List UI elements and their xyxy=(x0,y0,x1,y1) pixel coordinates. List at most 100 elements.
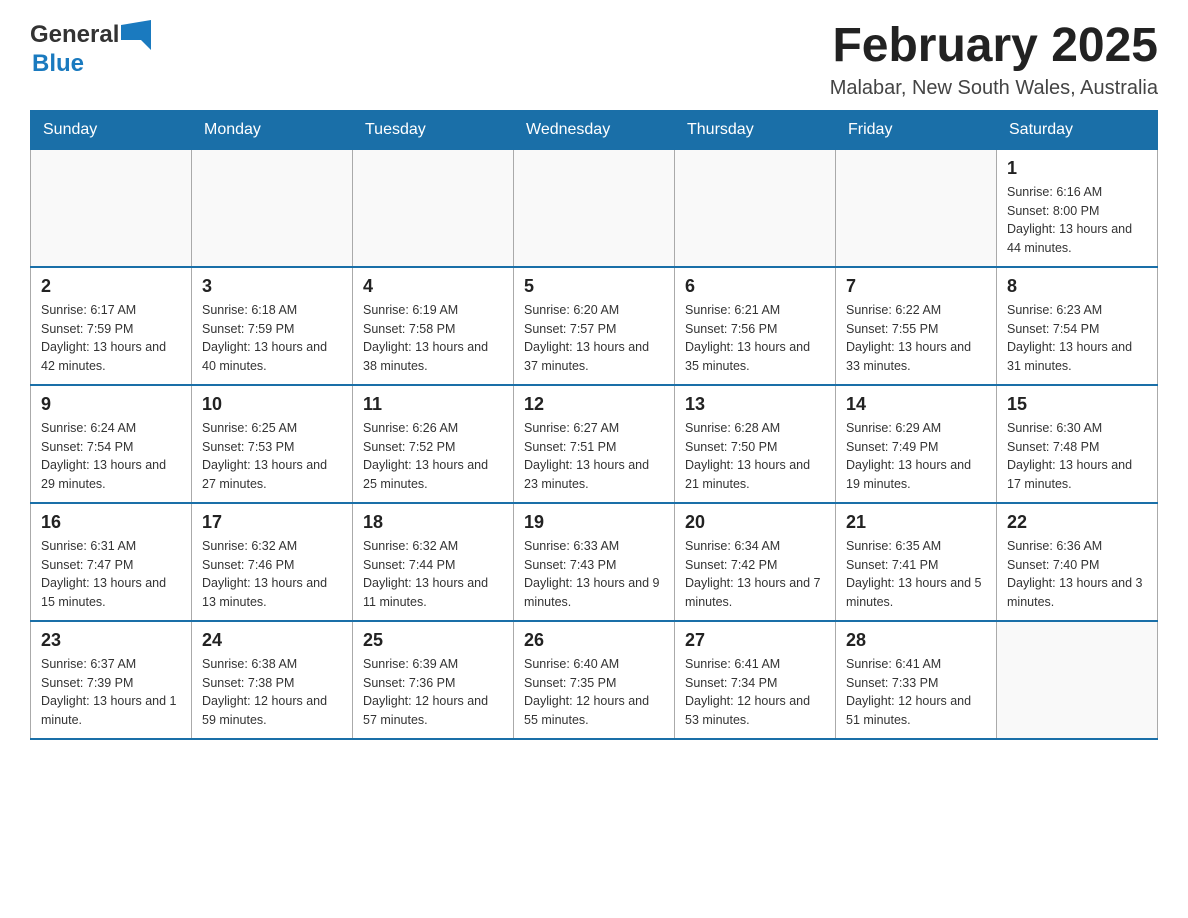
day-info: Sunrise: 6:41 AM Sunset: 7:34 PM Dayligh… xyxy=(685,655,825,730)
subtitle: Malabar, New South Wales, Australia xyxy=(830,77,1158,100)
day-number: 15 xyxy=(1007,394,1147,415)
day-number: 18 xyxy=(363,512,503,533)
calendar-cell xyxy=(514,149,675,267)
day-number: 6 xyxy=(685,276,825,297)
calendar-cell: 26 Sunrise: 6:40 AM Sunset: 7:35 PM Dayli… xyxy=(514,621,675,739)
calendar-cell: 3 Sunrise: 6:18 AM Sunset: 7:59 PM Daylig… xyxy=(192,267,353,385)
calendar-cell: 13Sunrise: 6:28 AM Sunset: 7:50 PM Dayli… xyxy=(675,385,836,503)
day-info: Sunrise: 6:18 AM Sunset: 7:59 PM Dayligh… xyxy=(202,301,342,376)
day-header-tuesday: Tuesday xyxy=(353,110,514,149)
day-number: 2 xyxy=(41,276,181,297)
header: General Blue February 2025 Malabar, New … xyxy=(30,20,1158,100)
calendar-cell: 12 Sunrise: 6:27 AM Sunset: 7:51 PM Dayli… xyxy=(514,385,675,503)
day-header-monday: Monday xyxy=(192,110,353,149)
calendar-cell: 15 Sunrise: 6:30 AM Sunset: 7:48 PM Dayli… xyxy=(997,385,1158,503)
calendar-cell: 22Sunrise: 6:36 AM Sunset: 7:40 PM Dayli… xyxy=(997,503,1158,621)
calendar-cell: 27Sunrise: 6:41 AM Sunset: 7:34 PM Dayli… xyxy=(675,621,836,739)
day-header-thursday: Thursday xyxy=(675,110,836,149)
day-info: Sunrise: 6:33 AM Sunset: 7:43 PM Dayligh… xyxy=(524,537,664,612)
day-info: Sunrise: 6:32 AM Sunset: 7:46 PM Dayligh… xyxy=(202,537,342,612)
day-header-friday: Friday xyxy=(836,110,997,149)
calendar-cell: 6 Sunrise: 6:21 AM Sunset: 7:56 PM Daylig… xyxy=(675,267,836,385)
day-number: 20 xyxy=(685,512,825,533)
day-info: Sunrise: 6:37 AM Sunset: 7:39 PM Dayligh… xyxy=(41,655,181,730)
calendar: SundayMondayTuesdayWednesdayThursdayFrid… xyxy=(30,110,1158,740)
day-number: 12 xyxy=(524,394,664,415)
calendar-week-row: 9Sunrise: 6:24 AM Sunset: 7:54 PM Daylig… xyxy=(31,385,1158,503)
day-number: 11 xyxy=(363,394,503,415)
day-header-saturday: Saturday xyxy=(997,110,1158,149)
day-number: 17 xyxy=(202,512,342,533)
calendar-cell: 23 Sunrise: 6:37 AM Sunset: 7:39 PM Dayli… xyxy=(31,621,192,739)
day-number: 21 xyxy=(846,512,986,533)
day-info: Sunrise: 6:38 AM Sunset: 7:38 PM Dayligh… xyxy=(202,655,342,730)
day-number: 22 xyxy=(1007,512,1147,533)
day-info: Sunrise: 6:21 AM Sunset: 7:56 PM Dayligh… xyxy=(685,301,825,376)
day-number: 7 xyxy=(846,276,986,297)
day-number: 23 xyxy=(41,630,181,651)
day-number: 3 xyxy=(202,276,342,297)
day-info: Sunrise: 6:32 AM Sunset: 7:44 PM Dayligh… xyxy=(363,537,503,612)
calendar-cell: 11 Sunrise: 6:26 AM Sunset: 7:52 PM Dayli… xyxy=(353,385,514,503)
calendar-cell: 17 Sunrise: 6:32 AM Sunset: 7:46 PM Dayli… xyxy=(192,503,353,621)
calendar-cell: 20 Sunrise: 6:34 AM Sunset: 7:42 PM Dayli… xyxy=(675,503,836,621)
calendar-week-row: 2 Sunrise: 6:17 AM Sunset: 7:59 PM Daylig… xyxy=(31,267,1158,385)
calendar-cell: 28 Sunrise: 6:41 AM Sunset: 7:33 PM Dayli… xyxy=(836,621,997,739)
day-number: 13 xyxy=(685,394,825,415)
calendar-cell xyxy=(31,149,192,267)
calendar-week-row: 1 Sunrise: 6:16 AM Sunset: 8:00 PM Daylig… xyxy=(31,149,1158,267)
day-number: 16 xyxy=(41,512,181,533)
calendar-cell xyxy=(997,621,1158,739)
day-number: 1 xyxy=(1007,158,1147,179)
day-info: Sunrise: 6:17 AM Sunset: 7:59 PM Dayligh… xyxy=(41,301,181,376)
day-info: Sunrise: 6:31 AM Sunset: 7:47 PM Dayligh… xyxy=(41,537,181,612)
day-number: 24 xyxy=(202,630,342,651)
day-info: Sunrise: 6:34 AM Sunset: 7:42 PM Dayligh… xyxy=(685,537,825,612)
page-title: February 2025 xyxy=(830,20,1158,73)
day-info: Sunrise: 6:22 AM Sunset: 7:55 PM Dayligh… xyxy=(846,301,986,376)
day-info: Sunrise: 6:16 AM Sunset: 8:00 PM Dayligh… xyxy=(1007,183,1147,258)
day-number: 4 xyxy=(363,276,503,297)
calendar-cell: 14 Sunrise: 6:29 AM Sunset: 7:49 PM Dayli… xyxy=(836,385,997,503)
calendar-cell: 2 Sunrise: 6:17 AM Sunset: 7:59 PM Daylig… xyxy=(31,267,192,385)
title-area: February 2025 Malabar, New South Wales, … xyxy=(830,20,1158,100)
day-info: Sunrise: 6:27 AM Sunset: 7:51 PM Dayligh… xyxy=(524,419,664,494)
day-number: 28 xyxy=(846,630,986,651)
calendar-header-row: SundayMondayTuesdayWednesdayThursdayFrid… xyxy=(31,110,1158,149)
day-number: 5 xyxy=(524,276,664,297)
day-info: Sunrise: 6:40 AM Sunset: 7:35 PM Dayligh… xyxy=(524,655,664,730)
calendar-cell: 8 Sunrise: 6:23 AM Sunset: 7:54 PM Daylig… xyxy=(997,267,1158,385)
calendar-cell: 24 Sunrise: 6:38 AM Sunset: 7:38 PM Dayli… xyxy=(192,621,353,739)
day-number: 10 xyxy=(202,394,342,415)
day-number: 14 xyxy=(846,394,986,415)
calendar-week-row: 16 Sunrise: 6:31 AM Sunset: 7:47 PM Dayli… xyxy=(31,503,1158,621)
calendar-cell: 9Sunrise: 6:24 AM Sunset: 7:54 PM Daylig… xyxy=(31,385,192,503)
logo-icon xyxy=(121,20,151,50)
day-number: 19 xyxy=(524,512,664,533)
calendar-week-row: 23 Sunrise: 6:37 AM Sunset: 7:39 PM Dayli… xyxy=(31,621,1158,739)
calendar-cell: 4 Sunrise: 6:19 AM Sunset: 7:58 PM Daylig… xyxy=(353,267,514,385)
day-header-wednesday: Wednesday xyxy=(514,110,675,149)
calendar-cell xyxy=(836,149,997,267)
day-info: Sunrise: 6:41 AM Sunset: 7:33 PM Dayligh… xyxy=(846,655,986,730)
day-info: Sunrise: 6:23 AM Sunset: 7:54 PM Dayligh… xyxy=(1007,301,1147,376)
calendar-cell: 16 Sunrise: 6:31 AM Sunset: 7:47 PM Dayli… xyxy=(31,503,192,621)
day-info: Sunrise: 6:30 AM Sunset: 7:48 PM Dayligh… xyxy=(1007,419,1147,494)
day-header-sunday: Sunday xyxy=(31,110,192,149)
day-info: Sunrise: 6:29 AM Sunset: 7:49 PM Dayligh… xyxy=(846,419,986,494)
day-info: Sunrise: 6:39 AM Sunset: 7:36 PM Dayligh… xyxy=(363,655,503,730)
logo-general-text: General xyxy=(30,21,119,49)
calendar-cell: 5 Sunrise: 6:20 AM Sunset: 7:57 PM Daylig… xyxy=(514,267,675,385)
day-info: Sunrise: 6:26 AM Sunset: 7:52 PM Dayligh… xyxy=(363,419,503,494)
day-info: Sunrise: 6:19 AM Sunset: 7:58 PM Dayligh… xyxy=(363,301,503,376)
logo: General Blue xyxy=(30,20,153,78)
calendar-cell: 25Sunrise: 6:39 AM Sunset: 7:36 PM Dayli… xyxy=(353,621,514,739)
calendar-cell: 10 Sunrise: 6:25 AM Sunset: 7:53 PM Dayli… xyxy=(192,385,353,503)
day-info: Sunrise: 6:25 AM Sunset: 7:53 PM Dayligh… xyxy=(202,419,342,494)
day-number: 8 xyxy=(1007,276,1147,297)
day-info: Sunrise: 6:24 AM Sunset: 7:54 PM Dayligh… xyxy=(41,419,181,494)
calendar-cell: 7 Sunrise: 6:22 AM Sunset: 7:55 PM Daylig… xyxy=(836,267,997,385)
day-number: 26 xyxy=(524,630,664,651)
day-info: Sunrise: 6:20 AM Sunset: 7:57 PM Dayligh… xyxy=(524,301,664,376)
calendar-cell xyxy=(675,149,836,267)
